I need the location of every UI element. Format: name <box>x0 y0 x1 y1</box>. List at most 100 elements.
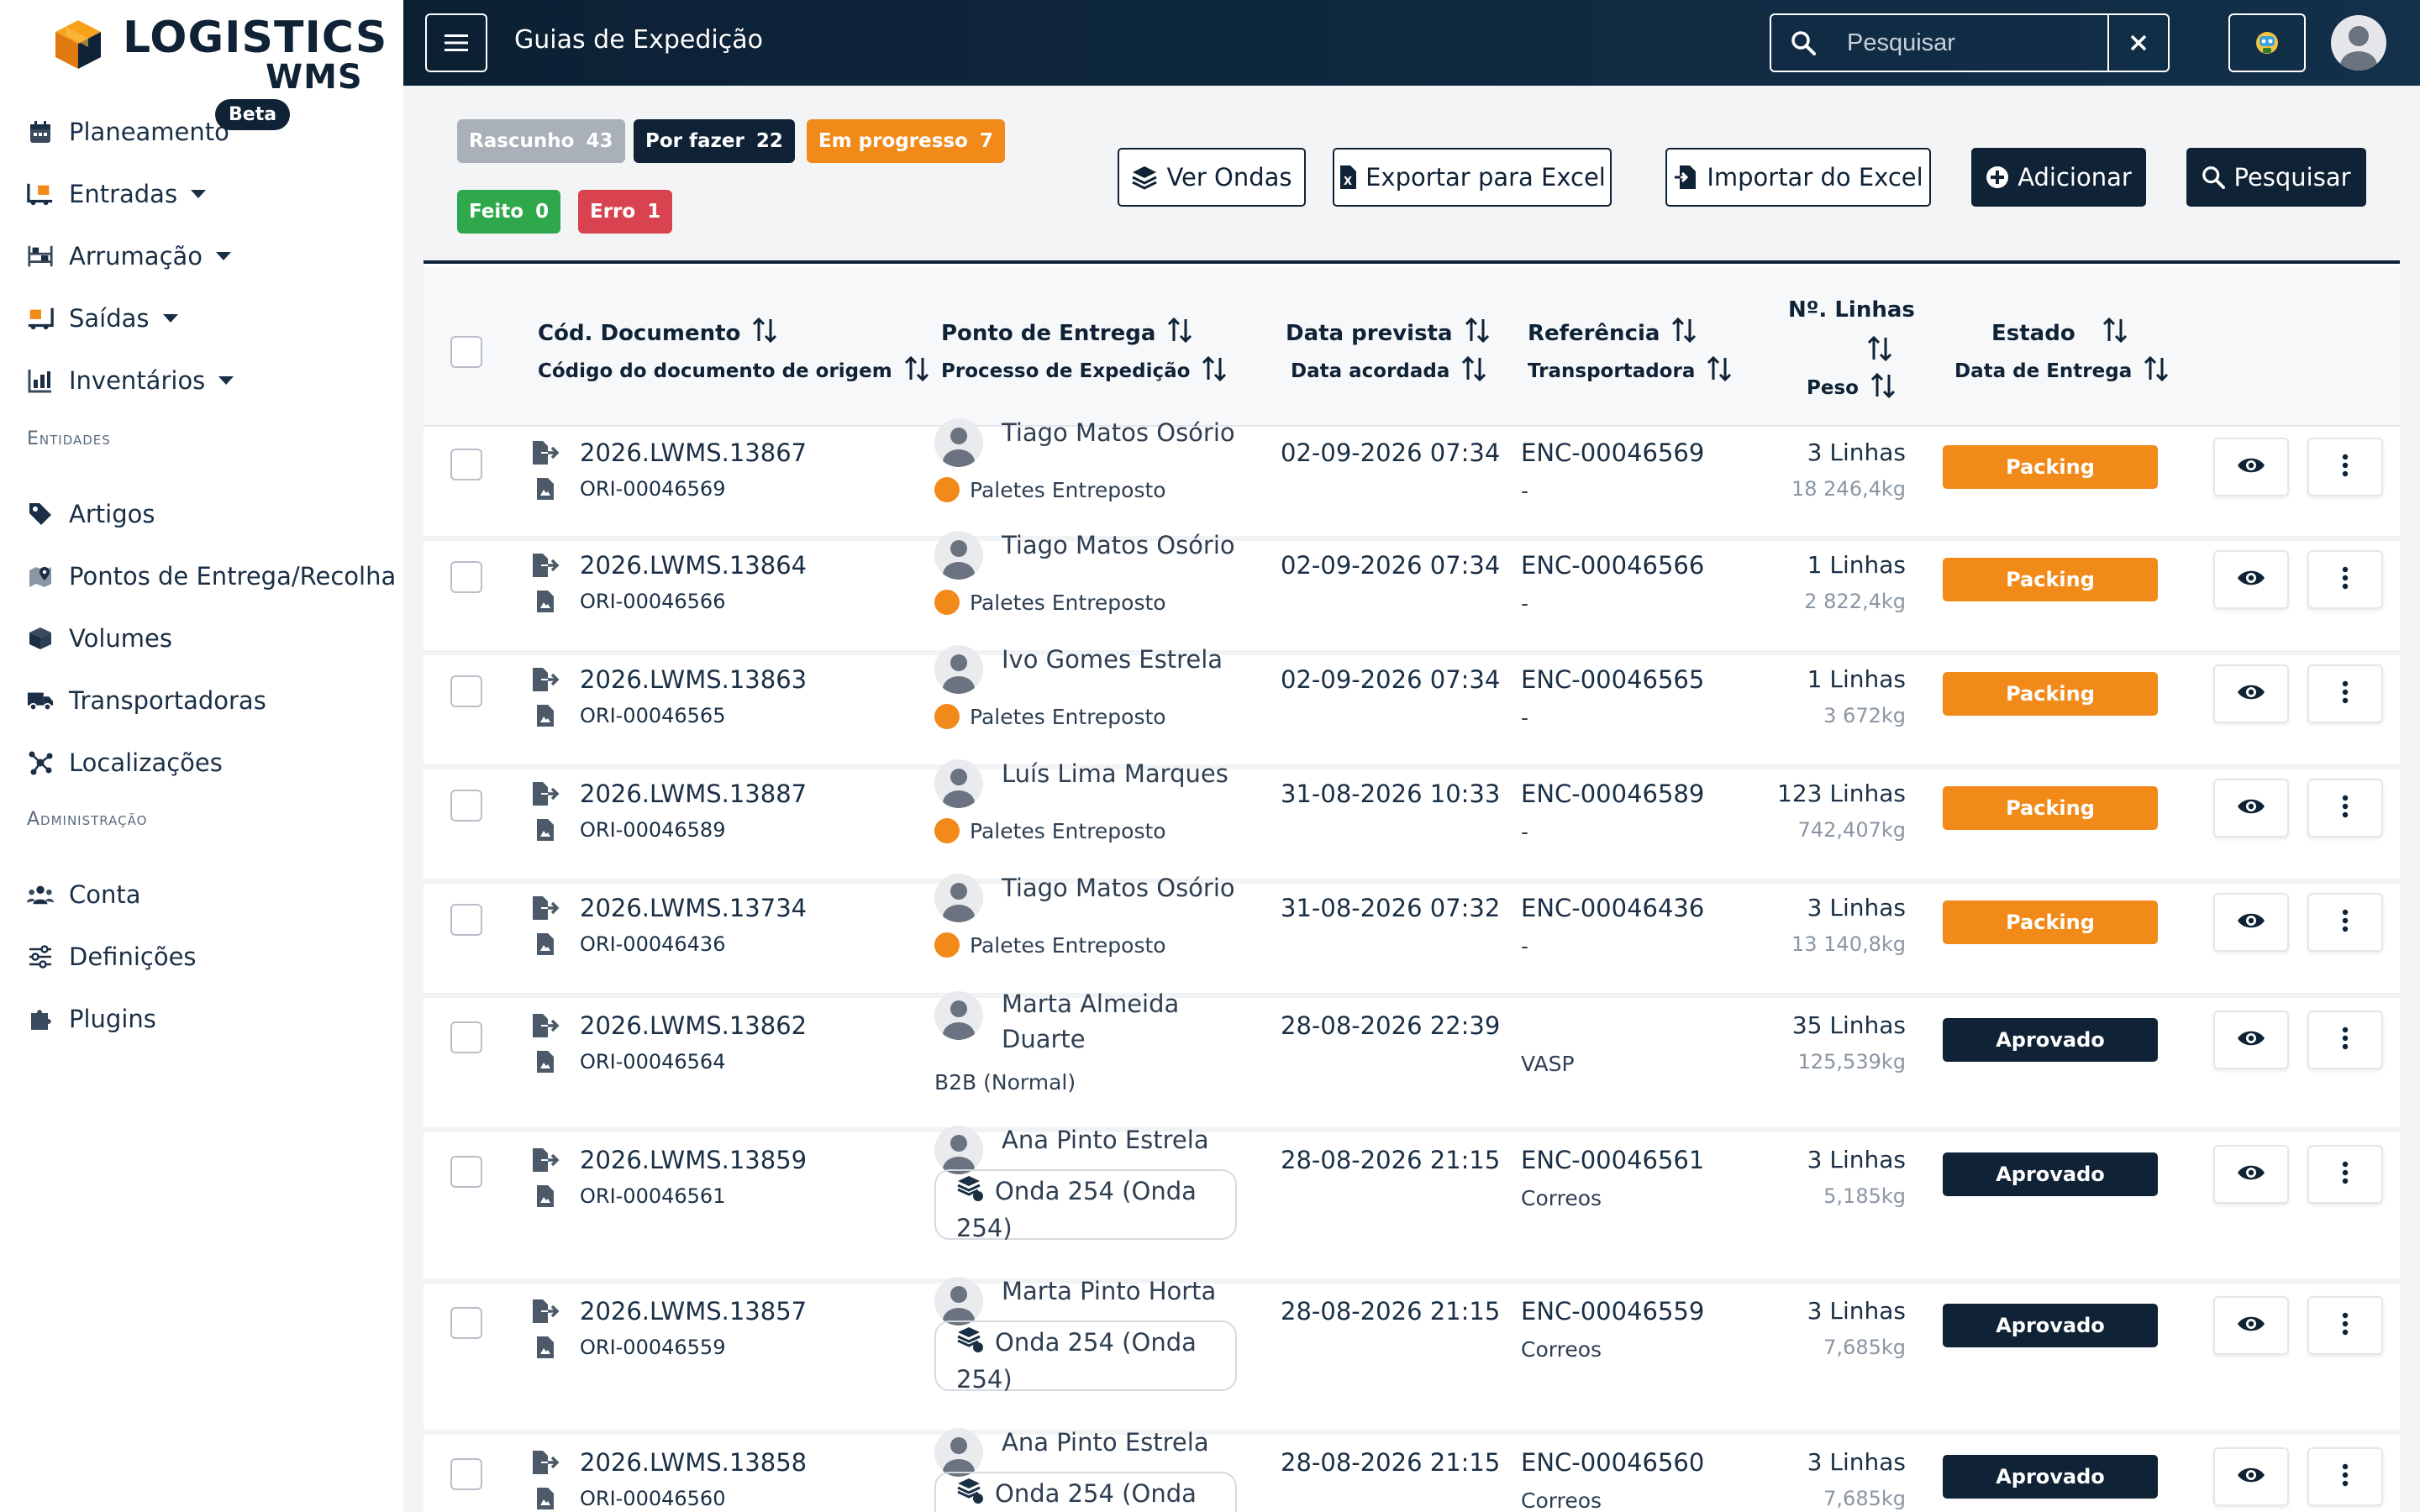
view-button[interactable] <box>2213 664 2289 723</box>
view-button[interactable] <box>2213 893 2289 952</box>
delivery-point-name[interactable]: Marta Pinto Horta <box>1002 1277 1216 1305</box>
more-options-button[interactable] <box>2307 438 2383 496</box>
sort-icon[interactable] <box>1865 334 1894 369</box>
sort-icon[interactable] <box>1670 316 1698 350</box>
sort-icon[interactable] <box>1460 354 1488 388</box>
document-code[interactable]: 2026.LWMS.13863 <box>580 665 807 694</box>
more-options-button[interactable] <box>2307 664 2383 723</box>
search-input[interactable] <box>1835 29 2104 57</box>
wave-chip[interactable]: Onda 254 (Onda 254) <box>934 1320 1237 1394</box>
col-carrier[interactable]: Transportadora <box>1528 354 1733 388</box>
document-code[interactable]: 2026.LWMS.13734 <box>580 894 807 922</box>
document-code[interactable]: 2026.LWMS.13864 <box>580 551 807 580</box>
sidebar-item-artigos[interactable]: Artigos <box>27 493 155 535</box>
delivery-point-name[interactable]: Tiago Matos Osório <box>1002 418 1235 447</box>
delivery-point-name[interactable]: Luís Lima Marques <box>1002 759 1228 788</box>
sort-icon[interactable] <box>1165 316 1194 350</box>
more-options-button[interactable] <box>2307 1447 2383 1506</box>
document-code[interactable]: 2026.LWMS.13887 <box>580 780 807 808</box>
col-lines-sort[interactable] <box>1865 334 1894 369</box>
wave-chip[interactable]: Onda 254 (Onda 254) <box>934 1472 1237 1512</box>
reference[interactable]: ENC-00046436 <box>1521 894 1704 922</box>
sort-icon[interactable] <box>2101 316 2129 350</box>
col-delivery-date[interactable]: Data de Entrega <box>1954 354 2170 388</box>
filter-chip-erro[interactable]: Erro 1 <box>578 190 673 234</box>
col-delivery-point[interactable]: Ponto de Entrega <box>941 316 1194 350</box>
sidebar-item-entradas[interactable]: Entradas <box>27 173 207 215</box>
app-logo[interactable]: LOGISTICS WMS <box>54 12 387 96</box>
view-button[interactable] <box>2213 550 2289 609</box>
reference[interactable]: ENC-00046560 <box>1521 1448 1704 1477</box>
col-reference[interactable]: Referência <box>1528 316 1698 350</box>
table-row[interactable]: 2026.LWMS.13857 ORI-00046559 Marta Pinto H… <box>424 1277 2400 1435</box>
more-options-button[interactable] <box>2307 1296 2383 1355</box>
sidebar-item-localizacoes[interactable]: Localizações <box>27 742 223 784</box>
col-doc-origin[interactable]: Código do documento de origem <box>538 354 931 388</box>
view-waves-button[interactable]: Ver Ondas <box>1118 148 1306 207</box>
view-button[interactable] <box>2213 1011 2289 1069</box>
row-checkbox[interactable] <box>450 904 482 936</box>
search-clear-button[interactable] <box>2107 15 2168 71</box>
more-options-button[interactable] <box>2307 550 2383 609</box>
table-row[interactable]: 2026.LWMS.13734 ORI-00046436 Tiago Matos O… <box>424 874 2400 998</box>
document-code[interactable]: 2026.LWMS.13867 <box>580 438 807 467</box>
document-code[interactable]: 2026.LWMS.13859 <box>580 1146 807 1174</box>
filter-chip-por-fazer[interactable]: Por fazer 22 <box>634 119 795 163</box>
reference[interactable]: ENC-00046569 <box>1521 438 1704 467</box>
row-checkbox[interactable] <box>450 1458 482 1490</box>
sort-icon[interactable] <box>1869 371 1897 405</box>
reference[interactable]: ENC-00046561 <box>1521 1146 1704 1174</box>
reference[interactable]: ENC-00046565 <box>1521 665 1704 694</box>
reference[interactable]: ENC-00046566 <box>1521 551 1704 580</box>
sidebar-item-definicoes[interactable]: Definições <box>27 936 197 978</box>
more-options-button[interactable] <box>2307 893 2383 952</box>
sidebar-item-transportadoras[interactable]: Transportadoras <box>27 680 266 722</box>
search-button[interactable]: Pesquisar <box>2186 148 2366 207</box>
col-weight[interactable]: Peso <box>1807 371 1897 405</box>
view-button[interactable] <box>2213 1447 2289 1506</box>
delivery-point-name[interactable]: Ivo Gomes Estrela <box>1002 645 1223 674</box>
reference[interactable]: ENC-00046589 <box>1521 780 1704 808</box>
user-avatar[interactable] <box>2331 15 2386 71</box>
document-code[interactable]: 2026.LWMS.13862 <box>580 1011 807 1040</box>
sort-icon[interactable] <box>750 316 779 350</box>
table-row[interactable]: 2026.LWMS.13863 ORI-00046565 Ivo Gomes Est… <box>424 645 2400 769</box>
sidebar-item-saidas[interactable]: Saídas <box>27 297 178 339</box>
menu-toggle-button[interactable] <box>425 13 487 72</box>
document-code[interactable]: 2026.LWMS.13858 <box>580 1448 807 1477</box>
filter-chip-rascunho[interactable]: Rascunho 43 <box>457 119 625 163</box>
row-checkbox[interactable] <box>450 790 482 822</box>
delivery-point-name[interactable]: Tiago Matos Osório <box>1002 531 1235 559</box>
table-row[interactable]: 2026.LWMS.13864 ORI-00046566 Tiago Matos O… <box>424 531 2400 655</box>
export-excel-button[interactable]: X Exportar para Excel <box>1333 148 1612 207</box>
row-checkbox[interactable] <box>450 1156 482 1188</box>
filter-chip-feito[interactable]: Feito 0 <box>457 190 561 234</box>
col-lines[interactable]: Nº. Linhas <box>1788 297 1915 323</box>
view-button[interactable] <box>2213 1296 2289 1355</box>
delivery-point-name[interactable]: Ana Pinto Estrela <box>1002 1428 1209 1457</box>
sidebar-item-volumes[interactable]: Volumes <box>27 617 172 659</box>
import-excel-button[interactable]: Importar do Excel <box>1665 148 1931 207</box>
sidebar-item-conta[interactable]: Conta <box>27 874 141 916</box>
delivery-point-name[interactable]: Marta Almeida Duarte <box>1002 986 1186 1057</box>
sort-icon[interactable] <box>1200 354 1228 388</box>
sort-icon[interactable] <box>2142 354 2170 388</box>
table-row[interactable]: 2026.LWMS.13858 ORI-00046560 Ana Pinto Est… <box>424 1428 2400 1512</box>
delivery-point-name[interactable]: Tiago Matos Osório <box>1002 874 1235 902</box>
more-options-button[interactable] <box>2307 1011 2383 1069</box>
reference[interactable]: ENC-00046559 <box>1521 1297 1704 1326</box>
table-row[interactable]: 2026.LWMS.13859 ORI-00046561 Ana Pinto Est… <box>424 1126 2400 1284</box>
row-checkbox[interactable] <box>450 449 482 480</box>
sort-icon[interactable] <box>1463 316 1491 350</box>
sort-icon[interactable] <box>1705 354 1733 388</box>
table-row[interactable]: 2026.LWMS.13887 ORI-00046589 Luís Lima Mar… <box>424 759 2400 884</box>
col-planned-date[interactable]: Data prevista <box>1286 316 1491 350</box>
document-code[interactable]: 2026.LWMS.13857 <box>580 1297 807 1326</box>
select-all-checkbox[interactable] <box>450 336 482 368</box>
row-checkbox[interactable] <box>450 1021 482 1053</box>
table-row[interactable]: 2026.LWMS.13862 ORI-00046564 Marta Almeida… <box>424 990 2400 1132</box>
sort-icon[interactable] <box>902 354 931 388</box>
sidebar-item-planeamento[interactable]: Planeamento <box>27 111 229 153</box>
more-options-button[interactable] <box>2307 1145 2383 1204</box>
row-checkbox[interactable] <box>450 675 482 707</box>
